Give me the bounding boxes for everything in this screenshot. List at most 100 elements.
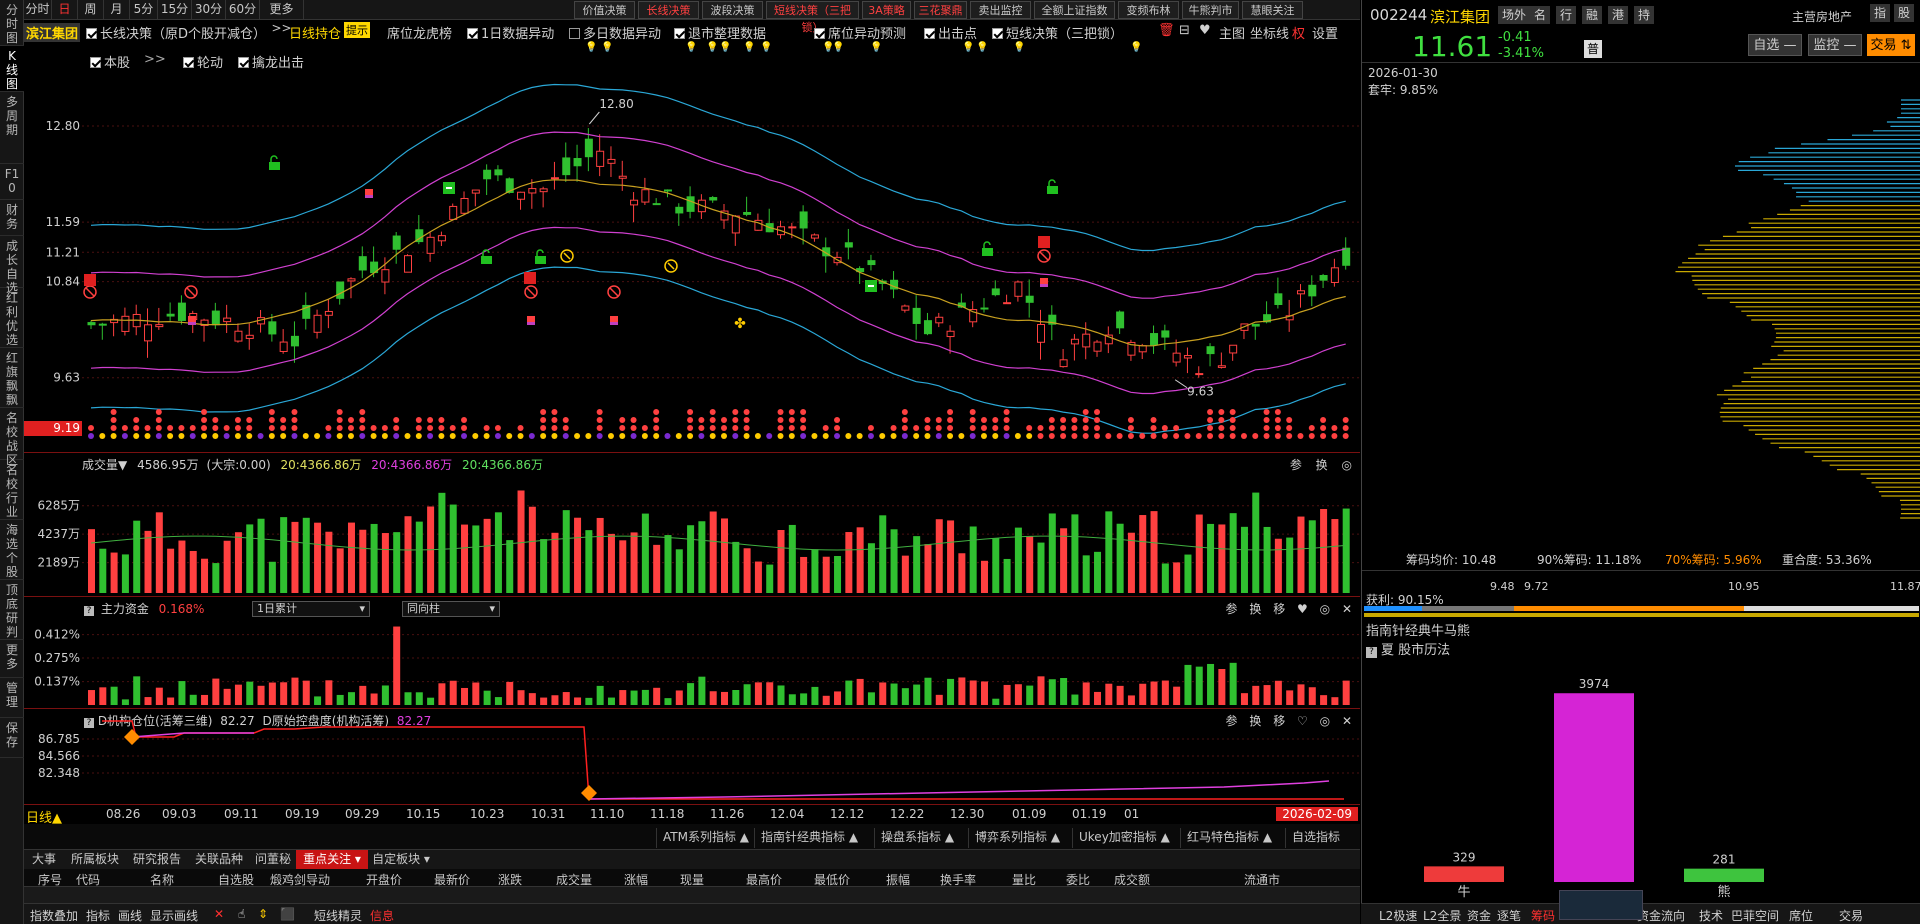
table-column-header[interactable]: 开盘价 (366, 871, 402, 888)
bottom-tab[interactable]: 研究报告 (126, 850, 188, 870)
strategy-toggle[interactable]: 1日数据异动 (467, 23, 554, 42)
bottom-tab[interactable]: 大事 (24, 850, 64, 870)
table-column-header[interactable]: 成交额 (1114, 871, 1150, 888)
period-tab[interactable]: 月 (104, 0, 130, 20)
strategy-toggle[interactable]: 短线决策（三把锁） (992, 23, 1123, 42)
table-column-header[interactable]: 现量 (680, 871, 704, 888)
strategy-tool-button[interactable]: 波段决策 (702, 1, 763, 19)
table-column-header[interactable]: 代码 (76, 871, 100, 888)
long-strategy-toggle[interactable]: 长线决策（原D个股开减仓） (86, 23, 266, 42)
bull-bear-subtitle[interactable]: ? 夏 股市历法 (1366, 639, 1450, 658)
bottom-tab[interactable]: 所属板块 (64, 850, 126, 870)
strategy-tool-button[interactable]: 慧眼关注 (1242, 1, 1303, 19)
stock-tag[interactable]: 场外 (1498, 6, 1531, 24)
rights-btn[interactable]: 权 (1292, 23, 1305, 42)
status-bar-item[interactable]: 信息 (370, 907, 394, 924)
indicator-menu-button[interactable]: 操盘系指标 ▲ (874, 828, 954, 848)
settings-btn[interactable]: 设置 (1312, 23, 1338, 42)
status-bar-item[interactable]: 指标 (86, 907, 110, 924)
bottom-tab[interactable]: 问董秘 (250, 850, 296, 870)
institution-panel[interactable]: ? D机构仓位(活筹三维) 82.27 D原始控盘度(机构活筹) 82.27 参… (24, 708, 1360, 804)
status-bar-item[interactable]: ⬛ (280, 907, 295, 921)
table-column-header[interactable]: 最低价 (814, 871, 850, 888)
nav-item[interactable]: 分时图 (0, 0, 24, 46)
kline-chart[interactable]: 12.80 11.59 11.21 10.84 9.63 9.19 12.80 9.63 ✤ (24, 66, 1360, 452)
table-column-header[interactable]: 煅鸡剑导动 (270, 871, 330, 888)
right-status-item[interactable]: 技术 (1699, 907, 1723, 924)
right-status-item[interactable]: L2极速 (1379, 907, 1417, 924)
period-tab[interactable]: 更多>> (260, 0, 304, 35)
strategy-tool-button[interactable]: 三花聚鼎 (914, 1, 967, 19)
nav-item[interactable]: 红旗飘飘 (0, 348, 24, 408)
stock-tag[interactable]: 行 (1556, 6, 1577, 24)
right-status-item[interactable]: 交易 (1839, 907, 1863, 924)
table-column-header[interactable]: 量比 (1012, 871, 1036, 888)
period-tab[interactable]: 60分 (226, 0, 260, 20)
table-column-header[interactable]: 序号 (38, 871, 62, 888)
status-bar-item[interactable]: ☝ (238, 907, 245, 921)
nav-item[interactable]: F10 (0, 164, 24, 200)
status-bar-item[interactable]: 指数叠加 (30, 907, 78, 924)
indicator-menu-button[interactable]: ATM系列指标 ▲ (656, 828, 749, 848)
trade-button[interactable]: 交易 ⇅ (1867, 34, 1915, 56)
kline-panel[interactable]: 12.80 11.59 11.21 10.84 9.63 9.19 12.80 9.63 ✤ (24, 66, 1360, 452)
strategy-tool-button[interactable]: 牛熊判市 (1182, 1, 1239, 19)
indicator-menu-button[interactable]: 博弈系列指标 ▲ (968, 828, 1060, 848)
right-status-item[interactable]: L2全景 (1423, 907, 1461, 924)
nav-item[interactable]: 海选个股 (0, 520, 24, 580)
strategy-tool-button[interactable]: 3A策略 (862, 1, 911, 19)
table-column-header[interactable]: 最新价 (434, 871, 470, 888)
delete-icon[interactable]: 🗑 (1158, 23, 1175, 38)
table-column-header[interactable]: 名称 (150, 871, 174, 888)
right-status-item[interactable]: 逐笔 (1497, 907, 1521, 924)
stock-tag[interactable]: 持 (1634, 6, 1655, 24)
heart-icon[interactable]: ♥ (1199, 23, 1211, 38)
indicator-menu-button[interactable]: 指南针经典指标 ▲ (754, 828, 858, 848)
stock-tab[interactable]: 股 (1894, 4, 1915, 22)
nav-item[interactable]: 名校行业 (0, 460, 24, 520)
table-column-header[interactable]: 自选股 (218, 871, 254, 888)
indicator-menu-button[interactable]: Ukey加密指标 ▲ (1072, 828, 1170, 848)
period-tab[interactable]: 15分 (158, 0, 192, 20)
period-tab[interactable]: 5分 (130, 0, 158, 20)
status-bar-item[interactable]: ⇕ (258, 907, 268, 921)
table-column-header[interactable]: 成交量 (556, 871, 592, 888)
strategy-toggle[interactable]: 席位异动预测 (814, 23, 906, 42)
table-column-header[interactable]: 最高价 (746, 871, 782, 888)
index-tab[interactable]: 指 (1870, 4, 1891, 22)
coord-line-btn[interactable]: 坐标线 (1250, 23, 1289, 42)
nav-item[interactable]: 红利优选 (0, 288, 24, 348)
strategy-tool-button[interactable]: 全额上证指数 (1034, 1, 1115, 19)
stock-tag[interactable]: 港 (1608, 6, 1629, 24)
strategy-tool-button[interactable]: 卖出监控 (970, 1, 1031, 19)
main-chart-btn[interactable]: 主图 (1219, 23, 1245, 42)
nav-item[interactable]: 顶底研判 (0, 580, 24, 640)
period-tab[interactable]: 周 (78, 0, 104, 20)
strategy-tool-button[interactable]: 短线决策（三把锁） (766, 1, 859, 34)
strategy-tool-button[interactable]: 长线决策 (638, 1, 699, 19)
nav-item[interactable]: 保存 (0, 718, 24, 758)
strategy-tool-button[interactable]: 价值决策 (574, 1, 635, 19)
table-column-header[interactable]: 换手率 (940, 871, 976, 888)
add-watchlist-button[interactable]: 自选 — (1748, 34, 1802, 56)
status-bar-item[interactable]: 显示画线 (150, 907, 198, 924)
nav-item[interactable]: 多周期 (0, 92, 24, 164)
indicator-menu-button[interactable]: 自选指标 (1285, 828, 1340, 848)
table-column-header[interactable]: 涨幅 (624, 871, 648, 888)
tip-badge[interactable]: 提示 (344, 22, 370, 38)
capital-panel[interactable]: ? 主力资金 0.168% 1日累计 ▾ 同向柱 ▾ 参 换 移 ♥ ◎ ✕ 0.4… (24, 596, 1360, 708)
dragon-tiger-link[interactable]: 席位龙虎榜 (387, 23, 452, 42)
table-column-header[interactable]: 涨跌 (498, 871, 522, 888)
right-status-item[interactable]: 资金流向 (1637, 907, 1685, 924)
strategy-tool-button[interactable]: 变频布林 (1118, 1, 1179, 19)
strategy-toggle[interactable]: 多日数据异动 (569, 23, 661, 42)
table-column-header[interactable]: 流通市 (1244, 871, 1280, 888)
indicator-menu-button[interactable]: 红马特色指标 ▲ (1180, 828, 1272, 848)
nav-item[interactable]: 管理 (0, 678, 24, 718)
nav-item[interactable]: 名校战区 (0, 408, 24, 467)
nav-item[interactable]: 更多 (0, 640, 24, 678)
quick-tools-popup[interactable] (1559, 890, 1643, 920)
status-bar-item[interactable]: ✕ (214, 907, 224, 921)
minus-icon[interactable]: ⊟ (1179, 23, 1190, 38)
right-status-item[interactable]: 席位 (1789, 907, 1813, 924)
